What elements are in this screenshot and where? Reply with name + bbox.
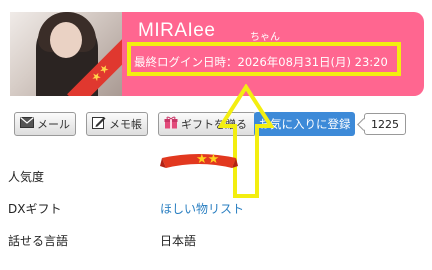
- dx-gift-label: DXギフト: [8, 202, 62, 216]
- mail-button-label: メール: [37, 118, 70, 131]
- last-login-text: 最終ログイン日時：2026年08月31日(月) 23:20: [134, 55, 388, 69]
- profile-page: ★★ MIRAIee ちゃん 最終ログイン日時：2026年08月31日(月) 2…: [0, 0, 432, 270]
- arrow-up-icon: [218, 84, 274, 198]
- profile-name-suffix: ちゃん: [250, 32, 280, 43]
- gift-icon: [164, 116, 178, 133]
- memo-button-label: メモ帳: [109, 118, 142, 131]
- profile-photo[interactable]: ★★: [10, 12, 122, 96]
- popularity-stars: ★★: [196, 152, 220, 167]
- favorite-count-badge: 1225: [364, 113, 406, 135]
- memo-button[interactable]: メモ帳: [86, 112, 148, 136]
- profile-name: MIRAIee: [138, 20, 216, 41]
- mail-icon: [20, 116, 34, 132]
- mail-button[interactable]: メール: [14, 112, 76, 136]
- popularity-label: 人気度: [8, 170, 45, 184]
- wishlist-link[interactable]: ほしい物リスト: [160, 200, 244, 217]
- languages-label: 話せる言語: [8, 234, 69, 248]
- languages-value: 日本語: [160, 234, 197, 248]
- memo-icon: [92, 116, 106, 133]
- photo-face: [50, 22, 82, 58]
